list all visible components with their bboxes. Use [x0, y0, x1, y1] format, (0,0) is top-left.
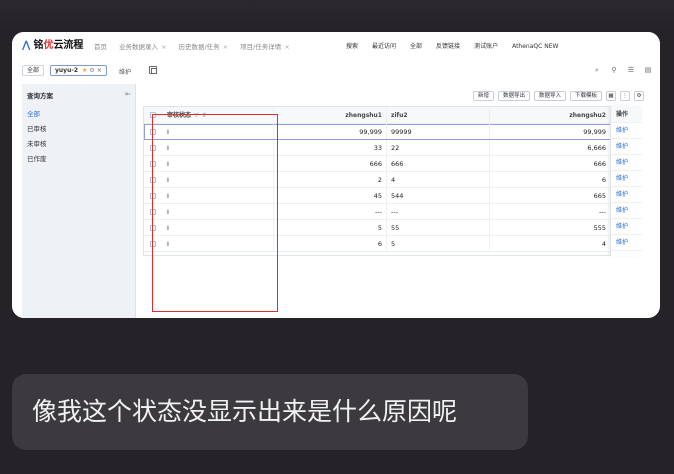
settings-icon[interactable]: ⚙: [89, 67, 94, 74]
tool-recent[interactable]: 最近访问: [372, 43, 396, 51]
toolbar: 新增 数据导出 数据导入 下载模板 ▦ ⋮ ⚙: [472, 91, 644, 101]
cell-zhengshu2: ---: [598, 208, 606, 216]
sidebar-title: 查询方案: [27, 92, 53, 100]
column-settings-icon[interactable]: ⋮: [620, 91, 630, 101]
tab-all[interactable]: 全部: [22, 65, 45, 76]
maintain-link[interactable]: 维护: [611, 219, 642, 235]
header-zhengshu2[interactable]: zhengshu2: [493, 107, 610, 123]
operations-column: 操作 维护 维护 维护 维护 维护 维护 维护 维护: [610, 106, 642, 256]
import-button[interactable]: 数据导入: [533, 91, 566, 101]
logo-icon: ⋀: [22, 40, 31, 51]
cell-zhengshu2: 666: [593, 160, 606, 168]
view-tools: ⌕ ⚲ ☰ ▤: [593, 66, 652, 74]
tool-all[interactable]: 全部: [410, 43, 422, 51]
filter-settings-icon[interactable]: ☰: [627, 66, 635, 74]
query-tab-row: 全部 yuyu-2 ★ ⚙ × 维护 ⌕ ⚲ ☰ ▤: [12, 62, 660, 80]
highlight-annotation-box: [152, 114, 278, 312]
settings-icon[interactable]: ⚙: [634, 91, 644, 101]
tool-feedback[interactable]: 反馈链接: [436, 43, 460, 51]
nav-item-home[interactable]: 首页: [94, 43, 107, 51]
header-ops: 操作: [611, 106, 642, 123]
maintain-link[interactable]: 维护: [611, 235, 642, 251]
tool-search[interactable]: 搜索: [346, 43, 358, 51]
dark-background-top: [0, 0, 674, 30]
sidebar-item-all[interactable]: 全部: [27, 108, 40, 118]
app-header: ⋀ 铭优云流程 首页 业务数据录入 × 历史数据/任务 × 项目/任务详情 × 搜索 最…: [12, 32, 660, 54]
cell-zifu2: 544: [387, 188, 490, 203]
cell-zhengshu2: 99,999: [583, 128, 606, 136]
cell-zhengshu2: 6,666: [587, 144, 606, 152]
sidebar-item-unapproved[interactable]: 未审核: [27, 138, 47, 148]
tab-maintain[interactable]: 维护: [119, 67, 131, 76]
cell-zhengshu1: 6: [274, 236, 387, 251]
embedded-screenshot: ⋀ 铭优云流程 首页 业务数据录入 × 历史数据/任务 × 项目/任务详情 × 搜索 最…: [12, 32, 660, 318]
cell-zhengshu2: 665: [593, 192, 606, 200]
chat-message-bubble: 像我这个状态没显示出来是什么原因呢: [12, 374, 528, 450]
sidebar-item-approved[interactable]: 已审核: [27, 123, 47, 133]
cell-zifu2: 55: [387, 220, 490, 235]
cell-zifu2: 99999: [387, 124, 490, 139]
app-logo: ⋀ 铭优云流程: [22, 40, 84, 51]
cell-zhengshu2: 6: [601, 176, 606, 184]
star-icon[interactable]: ★: [82, 67, 87, 74]
sidebar-item-voided[interactable]: 已作废: [27, 153, 47, 163]
header-zifu2[interactable]: zifu2: [387, 107, 490, 123]
cell-zhengshu1: 45: [274, 188, 387, 203]
cell-zifu2: 4: [387, 172, 490, 187]
cell-zhengshu1: 5: [274, 220, 387, 235]
maintain-link[interactable]: 维护: [611, 155, 642, 171]
maintain-link[interactable]: 维护: [611, 171, 642, 187]
cell-zhengshu1: 2: [274, 172, 387, 187]
cell-zifu2: 5: [387, 236, 490, 251]
cell-zhengshu1: 666: [274, 156, 387, 171]
cell-zhengshu1: ---: [274, 204, 387, 219]
tab-yuyu-2[interactable]: yuyu-2 ★ ⚙ ×: [50, 65, 107, 76]
cell-zhengshu1: 99,999: [274, 124, 387, 139]
maintain-link[interactable]: 维护: [611, 123, 642, 139]
copy-icon[interactable]: [149, 66, 157, 74]
cell-zhengshu2: 4: [601, 240, 606, 248]
maintain-link[interactable]: 维护: [611, 187, 642, 203]
collapse-icon[interactable]: ⇤: [125, 90, 131, 98]
cell-zifu2: ---: [387, 204, 490, 219]
share-icon[interactable]: ⚲: [610, 66, 618, 74]
header-zhengshu1[interactable]: zhengshu1: [274, 107, 387, 123]
maintain-link[interactable]: 维护: [611, 203, 642, 219]
table-view-icon[interactable]: ▦: [606, 91, 616, 101]
query-plan-sidebar: 查询方案 ⇤ 全部 已审核 未审核 已作废: [22, 84, 136, 318]
export-button[interactable]: 数据导出: [497, 91, 530, 101]
tool-account[interactable]: 测试账户: [474, 43, 498, 51]
download-template-button[interactable]: 下载模板: [569, 91, 602, 101]
search-icon[interactable]: ⌕: [593, 66, 601, 74]
maintain-link[interactable]: 维护: [611, 139, 642, 155]
nav-item-history[interactable]: 历史数据/任务 ×: [178, 43, 228, 51]
layout-icon[interactable]: ▤: [644, 66, 652, 74]
close-icon[interactable]: ×: [97, 67, 102, 74]
nav-item-project-detail[interactable]: 项目/任务详情 ×: [240, 43, 290, 51]
cell-zhengshu2: 555: [593, 224, 606, 232]
add-button[interactable]: 新增: [472, 91, 494, 101]
header-tools: 搜索 最近访问 全部 反馈链接 测试账户 AthenaQC NEW: [346, 43, 558, 51]
top-nav: 首页 业务数据录入 × 历史数据/任务 × 项目/任务详情 ×: [94, 43, 290, 51]
nav-item-data-entry[interactable]: 业务数据录入 ×: [119, 43, 166, 51]
cell-zhengshu1: 33: [274, 140, 387, 155]
close-icon[interactable]: ×: [284, 43, 289, 51]
close-icon[interactable]: ×: [161, 43, 166, 51]
cell-zifu2: 666: [387, 156, 490, 171]
cell-zifu2: 22: [387, 140, 490, 155]
close-icon[interactable]: ×: [223, 43, 228, 51]
chat-message-text: 像我这个状态没显示出来是什么原因呢: [32, 397, 458, 426]
tool-tenant[interactable]: AthenaQC NEW: [512, 43, 558, 51]
